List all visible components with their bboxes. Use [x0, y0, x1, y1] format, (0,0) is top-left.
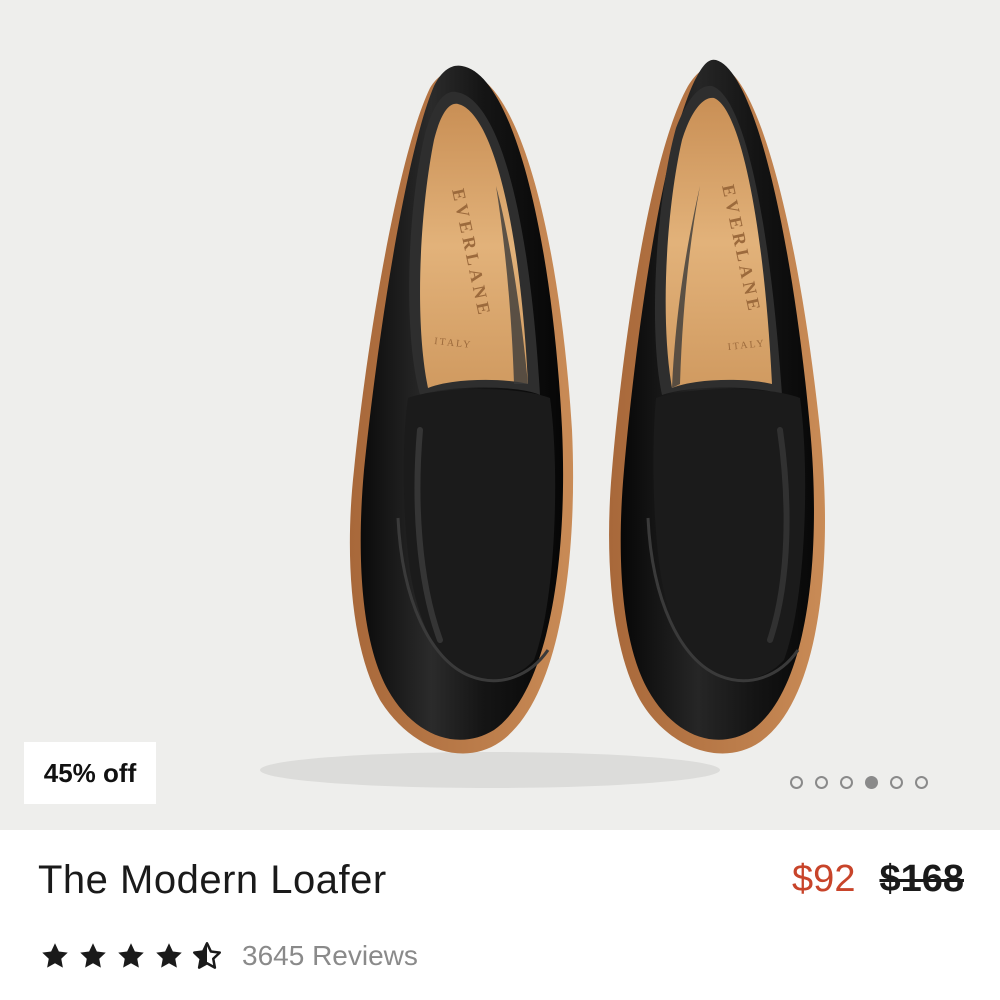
star-full-icon	[42, 943, 68, 968]
discount-badge: 45% off	[24, 742, 156, 804]
shadow	[260, 752, 720, 788]
carousel-dot[interactable]	[915, 776, 928, 789]
rating-row[interactable]: 3645 Reviews	[40, 940, 418, 972]
original-price: $168	[879, 858, 964, 900]
star-full-icon	[80, 943, 106, 968]
review-count[interactable]: 3645 Reviews	[242, 940, 418, 972]
star-full-icon	[118, 943, 144, 968]
carousel-dot[interactable]	[790, 776, 803, 789]
product-card[interactable]: EVERLANE ITALY EVERLANE ITALY 45% off Th…	[0, 0, 1000, 1000]
star-full-icon	[156, 943, 182, 968]
carousel-dots	[790, 776, 928, 789]
right-loafer: EVERLANE ITALY	[609, 59, 825, 754]
carousel-dot[interactable]	[815, 776, 828, 789]
star-rating	[40, 941, 222, 971]
loafer-pair-illustration: EVERLANE ITALY EVERLANE ITALY	[260, 59, 825, 788]
left-loafer: EVERLANE ITALY	[349, 65, 574, 754]
product-image[interactable]: EVERLANE ITALY EVERLANE ITALY 45% off	[0, 0, 1000, 830]
carousel-dot[interactable]	[840, 776, 853, 789]
product-title[interactable]: The Modern Loafer	[38, 858, 387, 903]
sale-price: $92	[792, 858, 856, 900]
carousel-dot[interactable]	[865, 776, 878, 789]
star-half-icon	[193, 942, 221, 969]
carousel-dot[interactable]	[890, 776, 903, 789]
price-group: $92 $168	[792, 858, 964, 901]
